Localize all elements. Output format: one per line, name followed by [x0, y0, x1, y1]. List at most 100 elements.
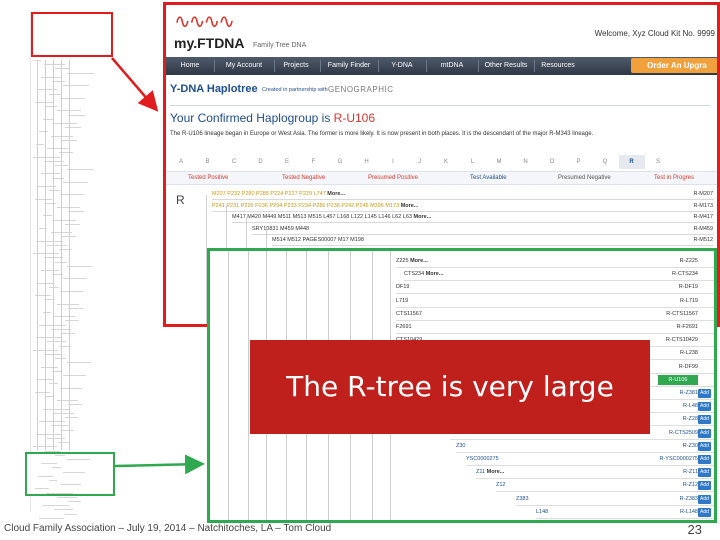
- tree-row-more-link[interactable]: More...: [401, 203, 419, 209]
- detail-row-name: Z30: [456, 442, 466, 449]
- detail-row-more-link[interactable]: More...: [410, 258, 428, 264]
- haplogroup-tab-d[interactable]: D: [248, 155, 274, 169]
- haplogroup-tab-g[interactable]: G: [327, 155, 353, 169]
- overview-tree-line: [60, 194, 85, 196]
- detail-row-haplogroup: R-Z11: [683, 469, 698, 476]
- site-logo-subtitle: Family Tree DNA: [253, 42, 307, 49]
- overview-red-highlight: [31, 12, 113, 57]
- add-button[interactable]: Add: [698, 402, 711, 412]
- overview-tree-line: [65, 127, 81, 129]
- genographic-logo: GENOGRAPHIC: [328, 85, 394, 94]
- haplogroup-tab-k[interactable]: K: [433, 155, 459, 169]
- overview-tree-line: [60, 291, 84, 292]
- detail-row-more-link[interactable]: More...: [426, 271, 444, 277]
- nav-item-other-results[interactable]: Other Results: [480, 57, 532, 75]
- legend-tab-5[interactable]: Test in Progres: [654, 172, 694, 184]
- add-button[interactable]: Add: [698, 415, 711, 425]
- tree-row-snps: M514 M512 PAGES00007 M17 M198: [272, 237, 364, 243]
- haplogroup-tab-b[interactable]: B: [195, 155, 221, 169]
- overview-tree-line: [42, 312, 51, 313]
- haplogroup-tab-r[interactable]: R: [618, 155, 645, 169]
- overview-tree-line: [39, 517, 65, 519]
- overview-tree-line: [45, 106, 57, 108]
- overview-tree-line: [63, 375, 87, 376]
- tree-row-more-link[interactable]: More...: [327, 191, 345, 197]
- add-button[interactable]: Add: [698, 468, 711, 478]
- detail-row-more-link[interactable]: More...: [487, 469, 505, 475]
- legend-tab-3[interactable]: Test Available: [470, 172, 507, 184]
- legend-tab-1[interactable]: Tested Negative: [282, 172, 325, 184]
- haplogroup-tab-p[interactable]: P: [566, 155, 592, 169]
- slide-footer: Cloud Family Association – July 19, 2014…: [4, 523, 332, 534]
- detail-row-haplogroup: R-Z28: [682, 416, 698, 423]
- nav-separator: [320, 60, 321, 72]
- haplogroup-tab-e[interactable]: E: [274, 155, 300, 169]
- overview-tree-line: [66, 459, 90, 460]
- detail-row-line: [516, 504, 714, 506]
- nav-item-family-finder[interactable]: Family Finder: [322, 57, 376, 75]
- overview-tree-line: [41, 463, 57, 465]
- nav-item-home[interactable]: Home: [168, 57, 212, 75]
- haplogroup-tab-a[interactable]: A: [168, 155, 194, 169]
- legend-tab-4[interactable]: Presumed Negative: [558, 172, 611, 184]
- haplogroup-tab-n[interactable]: N: [513, 155, 539, 169]
- detail-row-line: [396, 293, 714, 295]
- detail-row-snp: F2691: [396, 322, 412, 333]
- overview-tree-line: [53, 123, 77, 124]
- add-button[interactable]: Add: [698, 441, 711, 451]
- detail-row-haplogroup: R-Z30: [682, 442, 698, 449]
- haplogroup-tab-h[interactable]: H: [354, 155, 380, 169]
- tree-row-more-link[interactable]: More...: [414, 214, 432, 220]
- detail-row-line: [404, 280, 714, 282]
- tree-row-snps: M417 M420 M449 M511 M513 M515 L457 L168 …: [232, 214, 413, 220]
- detail-row-name: F2691: [396, 324, 412, 330]
- site-logo[interactable]: my.FTDNA: [174, 35, 245, 51]
- nav-item-resources[interactable]: Resources: [536, 57, 580, 75]
- overview-tree-branch: [69, 60, 70, 450]
- detail-row-snp: YSC0000275: [466, 454, 499, 465]
- detail-row-line: [396, 306, 714, 308]
- tree-row-haplogroup: R-M459: [693, 225, 713, 232]
- haplogroup-tab-s[interactable]: S: [645, 155, 671, 169]
- detail-row-snp: L719: [396, 296, 408, 307]
- haplogroup-tab-j[interactable]: J: [407, 155, 433, 169]
- tree-overview-strip: [25, 12, 116, 519]
- add-button[interactable]: Add: [698, 428, 711, 438]
- slide-page-number: 23: [687, 522, 702, 537]
- tree-row-haplogroup: R-M512: [693, 237, 713, 243]
- add-button[interactable]: Add: [698, 507, 711, 517]
- legend-tab-2[interactable]: Presumed Positive: [368, 172, 418, 184]
- overview-tree-line: [68, 501, 82, 502]
- detail-row-haplogroup: R-Z383: [679, 495, 698, 502]
- detail-row-line: [496, 491, 714, 493]
- haplogroup-tab-i[interactable]: I: [380, 155, 406, 169]
- confirmed-haplogroup-value: R-U106: [333, 111, 376, 125]
- haplogroup-tab-l[interactable]: L: [460, 155, 486, 169]
- add-button[interactable]: Add: [698, 494, 711, 504]
- legend-tab-0[interactable]: Tested Positive: [188, 172, 228, 184]
- haplogroup-tab-o[interactable]: O: [539, 155, 565, 169]
- add-button[interactable]: Add: [698, 455, 711, 464]
- nav-item-y-dna[interactable]: Y-DNA: [380, 57, 424, 75]
- overview-tree-line: [63, 471, 86, 473]
- detail-row-name: DF19: [396, 284, 410, 291]
- add-button[interactable]: Add: [698, 389, 711, 398]
- nav-item-my-account[interactable]: My Account: [216, 57, 272, 75]
- add-button[interactable]: Add: [698, 481, 711, 491]
- haplogroup-tab-c[interactable]: C: [221, 155, 247, 169]
- haplogroup-tab-f[interactable]: F: [301, 155, 327, 169]
- nav-item-projects[interactable]: Projects: [276, 57, 316, 75]
- haplogroup-tab-q[interactable]: Q: [592, 155, 618, 169]
- overview-tree-line: [65, 417, 78, 418]
- overview-tree-line: [36, 433, 62, 435]
- nav-separator: [378, 60, 379, 72]
- order-upgrade-button[interactable]: Order An Upgra: [631, 58, 717, 73]
- nav-separator: [274, 60, 275, 72]
- haplogroup-tab-m[interactable]: M: [486, 155, 512, 169]
- detail-row-snp: L148: [536, 507, 548, 518]
- overview-tree-branch: [61, 60, 62, 450]
- detail-row-haplogroup-highlight: R-U106: [658, 374, 698, 385]
- overview-tree-branch: [37, 60, 38, 450]
- nav-item-mtdna[interactable]: mtDNA: [428, 57, 476, 75]
- detail-row-line: [450, 438, 714, 440]
